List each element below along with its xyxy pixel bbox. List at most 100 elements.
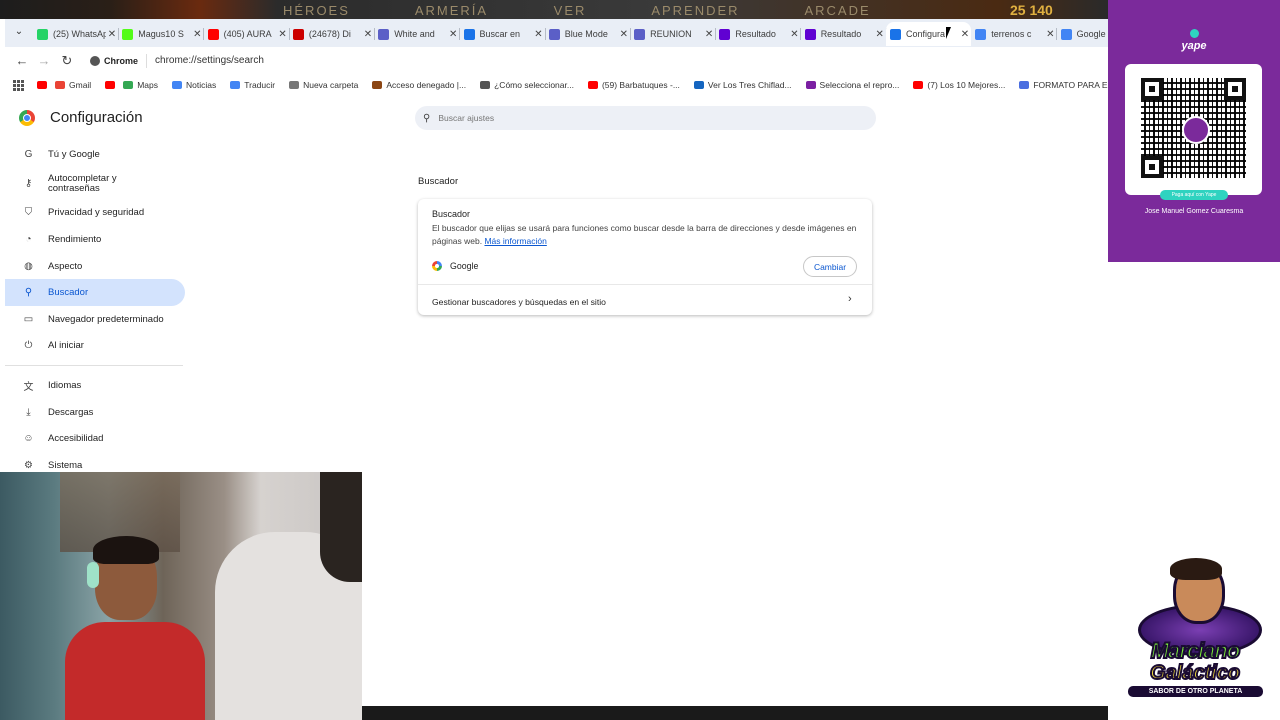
bookmark-item[interactable]: Selecciona el repro... — [805, 80, 899, 90]
close-icon[interactable]: ✕ — [362, 29, 374, 40]
bookmark-item[interactable]: Noticias — [172, 80, 216, 90]
bookmark-favicon-icon — [372, 81, 383, 89]
sidebar-item[interactable]: ⏻ Al iniciar — [5, 333, 185, 360]
address-bar[interactable]: Chrome chrome://settings/search — [86, 50, 1108, 71]
close-icon[interactable]: ✕ — [703, 29, 715, 40]
settings-sidebar: G Tú y Google ⚷ Autocompletar y contraseñas… — [5, 141, 185, 472]
search-input[interactable] — [436, 112, 841, 124]
search-icon: ⚲ — [423, 112, 431, 124]
game-menu-item: ARMERÍA — [414, 3, 489, 18]
chevron-right-icon[interactable]: › — [848, 293, 852, 305]
sidebar-item[interactable]: ⚷ Autocompletar y contraseñas — [5, 168, 185, 200]
browser-tab[interactable]: (25) WhatsApp✕ — [33, 22, 119, 46]
browser-tab[interactable]: Magus10 S ✕ — [118, 22, 205, 46]
tab-title: (24678) Di — [308, 29, 351, 39]
bookmark-item[interactable]: (7) Los 10 Mejores... — [913, 80, 1005, 90]
browser-tab[interactable]: Resultado ✕ — [801, 22, 887, 46]
payee-name: Jose Manuel Gomez Cuaresma — [1144, 208, 1244, 215]
sidebar-item-label: Autocompletar y contraseñas — [48, 172, 117, 194]
sidebar-item[interactable]: ⛉ Privacidad y seguridad — [5, 200, 185, 227]
reload-icon[interactable]: ↻ — [58, 52, 76, 70]
close-icon[interactable]: ✕ — [106, 29, 118, 40]
tab-title: Resultado — [735, 29, 776, 39]
browser-tab[interactable]: (405) AURA ✕ — [204, 22, 290, 46]
bookmark-item[interactable]: Acceso denegado |... — [372, 80, 466, 90]
browser-tab[interactable]: Configura ✕ — [886, 22, 971, 46]
change-engine-button[interactable]: Cambiar — [803, 256, 857, 277]
bookmark-item[interactable] — [37, 81, 51, 89]
bookmark-favicon-icon — [37, 81, 47, 89]
toolbar: ← → ↻ Chrome chrome://settings/search — [5, 47, 1108, 74]
close-icon[interactable]: ✕ — [874, 29, 886, 40]
bookmark-item[interactable] — [105, 81, 119, 89]
key-icon: ⚷ — [24, 177, 33, 189]
browser-tab[interactable]: White and ✕ — [374, 22, 461, 46]
close-icon[interactable]: ✕ — [191, 29, 203, 40]
sidebar-item[interactable]: ◔ Rendimiento — [5, 226, 185, 253]
browser-tab[interactable]: Google G✕ — [1057, 22, 1108, 46]
hair — [93, 536, 159, 564]
settings-search-box[interactable]: ⚲ — [415, 106, 876, 130]
bookmark-item[interactable]: Gmail — [55, 80, 91, 90]
more-info-link[interactable]: Más información — [484, 236, 546, 246]
bookmark-label: FORMATO PARA EL... — [1033, 80, 1108, 90]
bookmark-item[interactable]: ¿Cómo seleccionar... — [480, 80, 574, 90]
sidebar-item[interactable]: ⚙ Sistema — [5, 452, 185, 472]
marciano-galactico-logo: Marciano Galáctico SABOR DE OTRO PLANETA — [1118, 552, 1270, 712]
browser-tab[interactable]: Blue Mode ✕ — [545, 22, 631, 46]
back-arrow-icon[interactable]: ← — [13, 52, 31, 70]
close-icon[interactable]: ✕ — [1044, 29, 1056, 40]
card-description: El buscador que elijas se usará para fun… — [432, 222, 862, 248]
yahoo-icon — [804, 28, 816, 40]
close-icon[interactable]: ✕ — [959, 29, 971, 40]
close-icon[interactable]: ✕ — [447, 29, 459, 40]
browser-tab[interactable]: Resultado ✕ — [715, 22, 802, 46]
bookmark-item[interactable]: Maps — [123, 80, 158, 90]
close-icon[interactable]: ✕ — [533, 29, 545, 40]
google-icon: G — [24, 148, 33, 160]
download-icon: ⤓ — [26, 406, 31, 418]
sidebar-item[interactable]: 文 Idiomas — [5, 372, 185, 399]
apps-grid-icon[interactable] — [13, 80, 24, 91]
manage-engines-label[interactable]: Gestionar buscadores y búsquedas en el s… — [432, 297, 606, 307]
sidebar-item[interactable]: ⚲ Buscador — [5, 279, 185, 306]
headset-icon — [87, 562, 99, 588]
sidebar-item-label: Privacidad y seguridad — [48, 207, 145, 219]
tab-strip: ⌄ (25) WhatsApp✕Magus10 S✕(405) AURA✕(24… — [5, 19, 1108, 47]
page-title: Configuración — [50, 109, 143, 126]
forward-arrow-icon[interactable]: → — [35, 52, 53, 70]
close-icon[interactable]: ✕ — [788, 29, 800, 40]
bookmark-item[interactable]: Nueva carpeta — [289, 80, 358, 90]
browser-icon: ▭ — [23, 313, 34, 325]
sidebar-item[interactable]: ▭ Navegador predeterminado — [5, 306, 185, 333]
tab-title: (405) AURA — [223, 29, 272, 39]
chrome-site-chip[interactable]: Chrome — [86, 53, 148, 68]
sidebar-item[interactable]: G Tú y Google — [5, 141, 185, 168]
bookmarks-bar: Gmail Maps Noticias Traducir Nueva carpeta Ac… — [5, 74, 1108, 96]
bookmark-item[interactable]: Ver Los Tres Chiflad... — [693, 80, 792, 90]
browser-tab[interactable]: Buscar en ✕ — [460, 22, 546, 46]
url-text[interactable]: chrome://settings/search — [155, 55, 264, 66]
browser-tab[interactable]: terrenos c ✕ — [971, 22, 1058, 46]
bookmark-item[interactable]: FORMATO PARA EL... — [1019, 80, 1108, 90]
bookmark-item[interactable]: (59) Barbatuques -... — [587, 80, 680, 90]
gemini-icon — [1060, 28, 1072, 40]
sidebar-item[interactable]: ◍ Aspecto — [5, 253, 185, 280]
chip-label: Chrome — [104, 55, 139, 66]
bookmark-item[interactable]: Traducir — [230, 80, 275, 90]
sidebar-item[interactable]: ⤓ Descargas — [5, 399, 185, 426]
tab-title: Buscar en — [479, 29, 521, 39]
sidebar-item[interactable]: ☺ Accesibilidad — [5, 425, 185, 452]
tab-search-chevron-icon[interactable]: ⌄ — [12, 25, 26, 39]
bookmark-favicon-icon — [172, 81, 182, 89]
sidebar-item-label: Navegador predeterminado — [48, 313, 164, 325]
close-icon[interactable]: ✕ — [277, 29, 289, 40]
browser-tab[interactable]: (24678) Di ✕ — [289, 22, 375, 46]
bookmark-label: ¿Cómo seleccionar... — [494, 80, 574, 90]
close-icon[interactable]: ✕ — [618, 29, 630, 40]
divider — [418, 284, 872, 285]
browser-tab[interactable]: REUNION ✕ — [630, 22, 717, 46]
copilot-icon — [378, 28, 390, 40]
bookmark-favicon-icon — [230, 81, 241, 89]
youtube-icon — [207, 28, 219, 40]
